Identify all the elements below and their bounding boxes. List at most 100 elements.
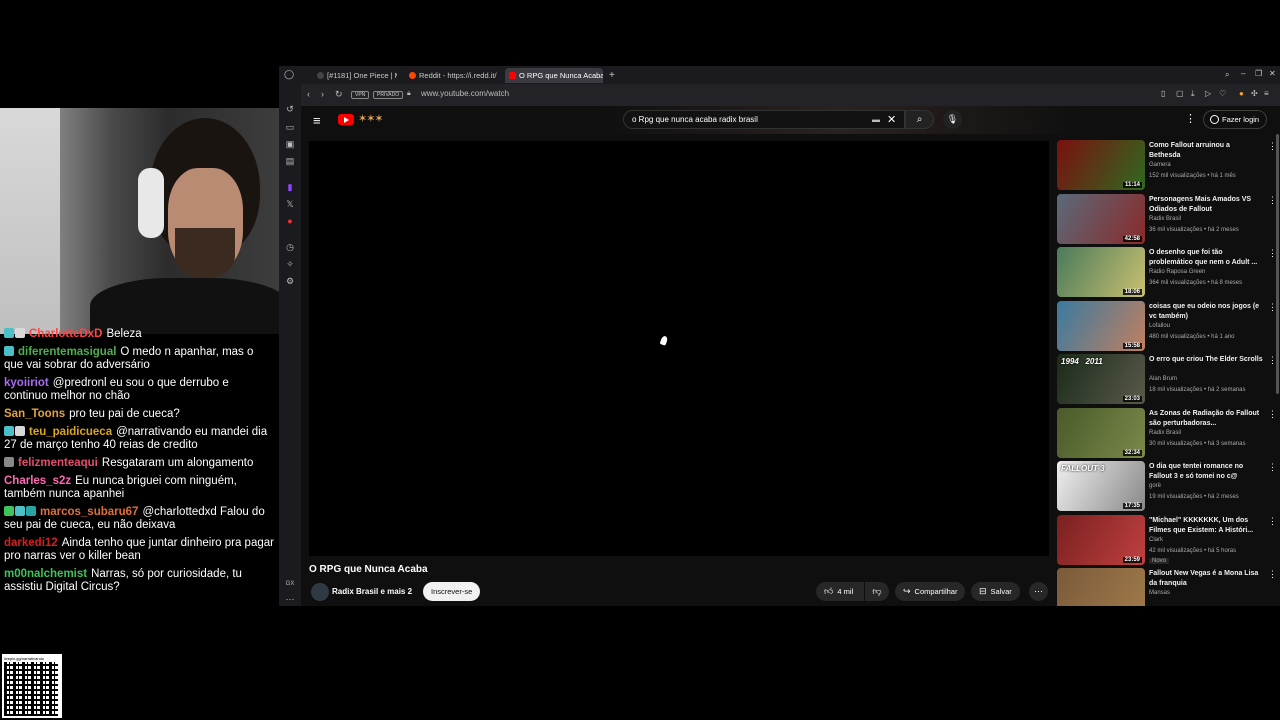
video-thumbnail[interactable]: 1994 2011 23:03 [1057, 354, 1145, 404]
chat-username[interactable]: Charles_s2z [4, 475, 71, 487]
recommended-channel[interactable]: Lofallou [1149, 323, 1170, 329]
tab-youtube[interactable]: O RPG que Nunca Acaba [505, 68, 603, 83]
video-thumbnail[interactable]: 42:58 [1057, 193, 1145, 244]
tab-reddit[interactable]: Reddit - https://i.redd.it/ [405, 68, 499, 83]
chat-username[interactable]: teu_paidicueca [29, 426, 112, 438]
recommended-video[interactable]: 42:58 Personagens Mais Amados VS Odiados … [1057, 192, 1280, 246]
video-thumbnail[interactable]: 15:58 [1057, 300, 1145, 351]
heart-icon[interactable]: ♡ [1219, 90, 1227, 98]
tv-icon[interactable]: ▤ [285, 156, 295, 166]
twitch-icon[interactable]: ▮ [285, 182, 295, 192]
video-thumbnail[interactable]: 18:06 [1057, 247, 1145, 297]
recommended-channel[interactable]: Mansas [1149, 590, 1170, 596]
recommended-channel[interactable]: gorë [1149, 483, 1161, 489]
menu-icon[interactable]: ≡ [1264, 90, 1272, 98]
channel-name[interactable]: Radix Brasil e mais 2 [332, 587, 412, 596]
recommended-video[interactable]: 11:14 Como Fallout arruinou a Bethesda Gam… [1057, 138, 1280, 192]
new-tab-button[interactable]: + [605, 68, 615, 83]
recommended-video[interactable]: 23:59 "Michael" KKKKKKK, Um dos Filmes qu… [1057, 513, 1280, 567]
recommended-channel[interactable]: Radio Raposa Green [1149, 269, 1205, 275]
search-input[interactable] [632, 115, 852, 124]
recommended-video-title[interactable]: O dia que tentei romance no Fallout 3 e … [1149, 462, 1263, 482]
box-icon[interactable]: ▣ [285, 139, 295, 149]
recommended-channel[interactable]: Alan Brum [1149, 376, 1177, 382]
opera-logo-icon[interactable]: ◯ [284, 69, 294, 79]
minimize-icon[interactable]: – [1241, 70, 1249, 78]
video-thumbnail[interactable]: FALLOUT 3 17:35 [1057, 461, 1145, 511]
settings-icon[interactable]: ⚙ [285, 276, 295, 286]
subscribe-button[interactable]: Inscrever-se [423, 582, 481, 601]
reload-icon[interactable]: ↻ [335, 89, 343, 100]
gx-icon[interactable]: GX [285, 579, 295, 589]
chat-username[interactable]: CharlotteDxD [29, 328, 102, 340]
vpn-badge[interactable]: VPN [351, 91, 370, 99]
recommended-video-title[interactable]: "Michael" KKKKKKK, Um dos Filmes que Exi… [1149, 516, 1263, 536]
chat-username[interactable]: felizmenteaqui [18, 457, 98, 469]
recommended-video[interactable]: Fallout New Vegas é a Mona Lisa da franq… [1057, 566, 1280, 606]
x-icon[interactable]: 𝕏 [285, 199, 295, 209]
scrollbar[interactable] [1276, 134, 1279, 394]
chat-username[interactable]: m00nalchemist [4, 568, 87, 580]
recommended-channel[interactable]: Clark [1149, 537, 1163, 543]
extension-orange-icon[interactable]: ● [1239, 90, 1247, 98]
video-player[interactable] [309, 141, 1049, 556]
recommended-video[interactable]: 32:34 As Zonas de Radiação do Fallout são… [1057, 406, 1280, 460]
chat-username[interactable]: darkedi12 [4, 537, 58, 549]
youtube-doodle-icon[interactable]: ✶✶✶ [358, 112, 384, 125]
chat-username[interactable]: marcos_subaru67 [40, 506, 138, 518]
extension-icon[interactable]: ✧ [285, 259, 295, 269]
search-button[interactable]: ⌕ [905, 110, 934, 129]
chat-username[interactable]: San_Toons [4, 408, 65, 420]
login-button[interactable]: Fazer login [1203, 110, 1268, 129]
youtube-side-icon[interactable]: ● [285, 216, 295, 226]
video-thumbnail[interactable] [1057, 568, 1145, 606]
recommended-video[interactable]: FALLOUT 3 17:35 O dia que tentei romance n… [1057, 459, 1280, 513]
video-thumbnail[interactable]: 32:34 [1057, 407, 1145, 458]
close-icon[interactable]: ✕ [1269, 70, 1277, 78]
channel-avatar[interactable] [311, 583, 329, 601]
chat-username[interactable]: diferentemasigual [18, 346, 116, 358]
more-actions-button[interactable]: ⋯ [1029, 582, 1048, 601]
recommended-video-title[interactable]: Fallout New Vegas é a Mona Lisa da franq… [1149, 569, 1263, 589]
recommended-video-title[interactable]: Personagens Mais Amados VS Odiados de Fa… [1149, 195, 1263, 215]
keyboard-icon[interactable]: ▬ [872, 115, 880, 124]
wallet-icon[interactable]: ▭ [285, 122, 295, 132]
recommended-channel[interactable]: Radix Brasil [1149, 216, 1181, 222]
video-menu-icon[interactable]: ⋮ [1268, 409, 1277, 420]
hamburger-menu-icon[interactable]: ≡ [313, 113, 321, 128]
video-menu-icon[interactable]: ⋮ [1268, 516, 1277, 527]
back-icon[interactable]: ‹ [307, 89, 310, 99]
recommended-channel[interactable]: Radix Brasil [1149, 430, 1181, 436]
recommended-video-title[interactable]: O desenho que foi tão problemático que n… [1149, 248, 1263, 268]
recommended-channel[interactable]: Gamera [1149, 162, 1171, 168]
puzzle-icon[interactable]: ✣ [1251, 90, 1259, 98]
clear-search-icon[interactable]: ✕ [887, 113, 896, 126]
recommended-video-title[interactable]: coisas que eu odeio nos jogos (e vc tamb… [1149, 302, 1263, 322]
chat-username[interactable]: kyoiiriot [4, 377, 49, 389]
more-icon[interactable]: ⋯ [285, 594, 295, 604]
search-tabs-icon[interactable]: ⌕ [1225, 71, 1233, 79]
snapshot-icon[interactable]: ▢ [1176, 90, 1184, 98]
play-icon[interactable]: ▷ [1205, 90, 1213, 98]
youtube-logo-icon[interactable] [338, 114, 354, 125]
recommended-video-title[interactable]: As Zonas de Radiação do Fallout são pert… [1149, 409, 1263, 429]
recommended-video-title[interactable]: O erro que criou The Elder Scrolls [1149, 355, 1263, 365]
url-field[interactable]: www.youtube.com/watch [421, 89, 509, 98]
forward-icon[interactable]: › [321, 89, 324, 99]
video-menu-icon[interactable]: ⋮ [1268, 569, 1277, 580]
video-menu-icon[interactable]: ⋮ [1268, 462, 1277, 473]
recommended-video-title[interactable]: Como Fallout arruinou a Bethesda [1149, 141, 1263, 161]
recommended-video[interactable]: 1994 2011 23:03 O erro que criou The Elder… [1057, 352, 1280, 406]
mic-icon[interactable]: 🎙︎ [943, 110, 962, 129]
tab-one-piece[interactable]: [#1181] One Piece | MANG [313, 68, 397, 83]
like-button[interactable]: 👍︎ 4 mil [816, 582, 864, 601]
share-button[interactable]: ↪ Compartilhar [895, 582, 966, 601]
download-icon[interactable]: ⤓ [1191, 90, 1199, 98]
recommended-video[interactable]: 18:06 O desenho que foi tão problemático … [1057, 245, 1280, 299]
video-thumbnail[interactable]: 23:59 [1057, 514, 1145, 565]
dislike-button[interactable]: 👎︎ [865, 582, 889, 601]
history-icon[interactable]: ↺ [285, 104, 295, 114]
settings-more-icon[interactable]: ⋮ [1185, 112, 1196, 125]
bookmark-icon[interactable]: ▯ [1161, 90, 1169, 98]
recommended-video[interactable]: 15:58 coisas que eu odeio nos jogos (e vc… [1057, 299, 1280, 353]
